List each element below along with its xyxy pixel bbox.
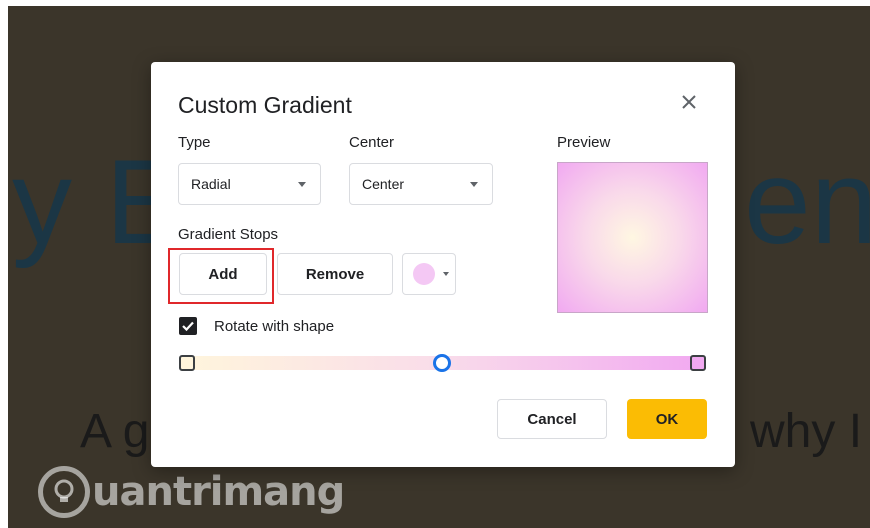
watermark-text: uantrimang — [92, 469, 345, 515]
stop-color-picker[interactable] — [402, 253, 456, 295]
type-select[interactable]: Radial — [178, 163, 321, 205]
dialog-title: Custom Gradient — [178, 92, 352, 118]
gradient-stop-end[interactable] — [690, 355, 706, 371]
gradient-stops-label: Gradient Stops — [178, 226, 279, 243]
preview-label: Preview — [557, 134, 611, 151]
chevron-down-icon — [443, 272, 449, 276]
ok-button[interactable]: OK — [627, 399, 707, 439]
center-select-value: Center — [362, 176, 405, 192]
custom-gradient-dialog: Custom Gradient Type Radial Center Cente… — [151, 62, 735, 467]
chevron-down-icon — [298, 182, 306, 187]
add-stop-button[interactable]: Add — [179, 253, 267, 295]
rotate-with-shape-label: Rotate with shape — [214, 318, 335, 335]
gradient-stop-start[interactable] — [179, 355, 195, 371]
color-swatch — [413, 263, 435, 285]
slide-subtitle-fragment-right: why I — [750, 405, 863, 458]
center-select[interactable]: Center — [349, 163, 493, 205]
lightbulb-icon — [38, 466, 90, 518]
close-icon[interactable] — [679, 92, 699, 112]
gradient-stop-middle[interactable] — [433, 354, 451, 372]
cancel-button[interactable]: Cancel — [497, 399, 607, 439]
gradient-preview — [557, 162, 708, 313]
chevron-down-icon — [470, 182, 478, 187]
type-label: Type — [178, 134, 211, 151]
rotate-with-shape-checkbox[interactable] — [179, 317, 197, 335]
watermark: uantrimang — [38, 462, 345, 522]
checkmark-icon — [182, 321, 194, 332]
slide-title-fragment-right: ent — [744, 135, 870, 269]
type-select-value: Radial — [191, 176, 231, 192]
slide-subtitle-fragment-left: A g — [80, 405, 150, 458]
remove-stop-button[interactable]: Remove — [277, 253, 393, 295]
center-label: Center — [349, 134, 395, 151]
